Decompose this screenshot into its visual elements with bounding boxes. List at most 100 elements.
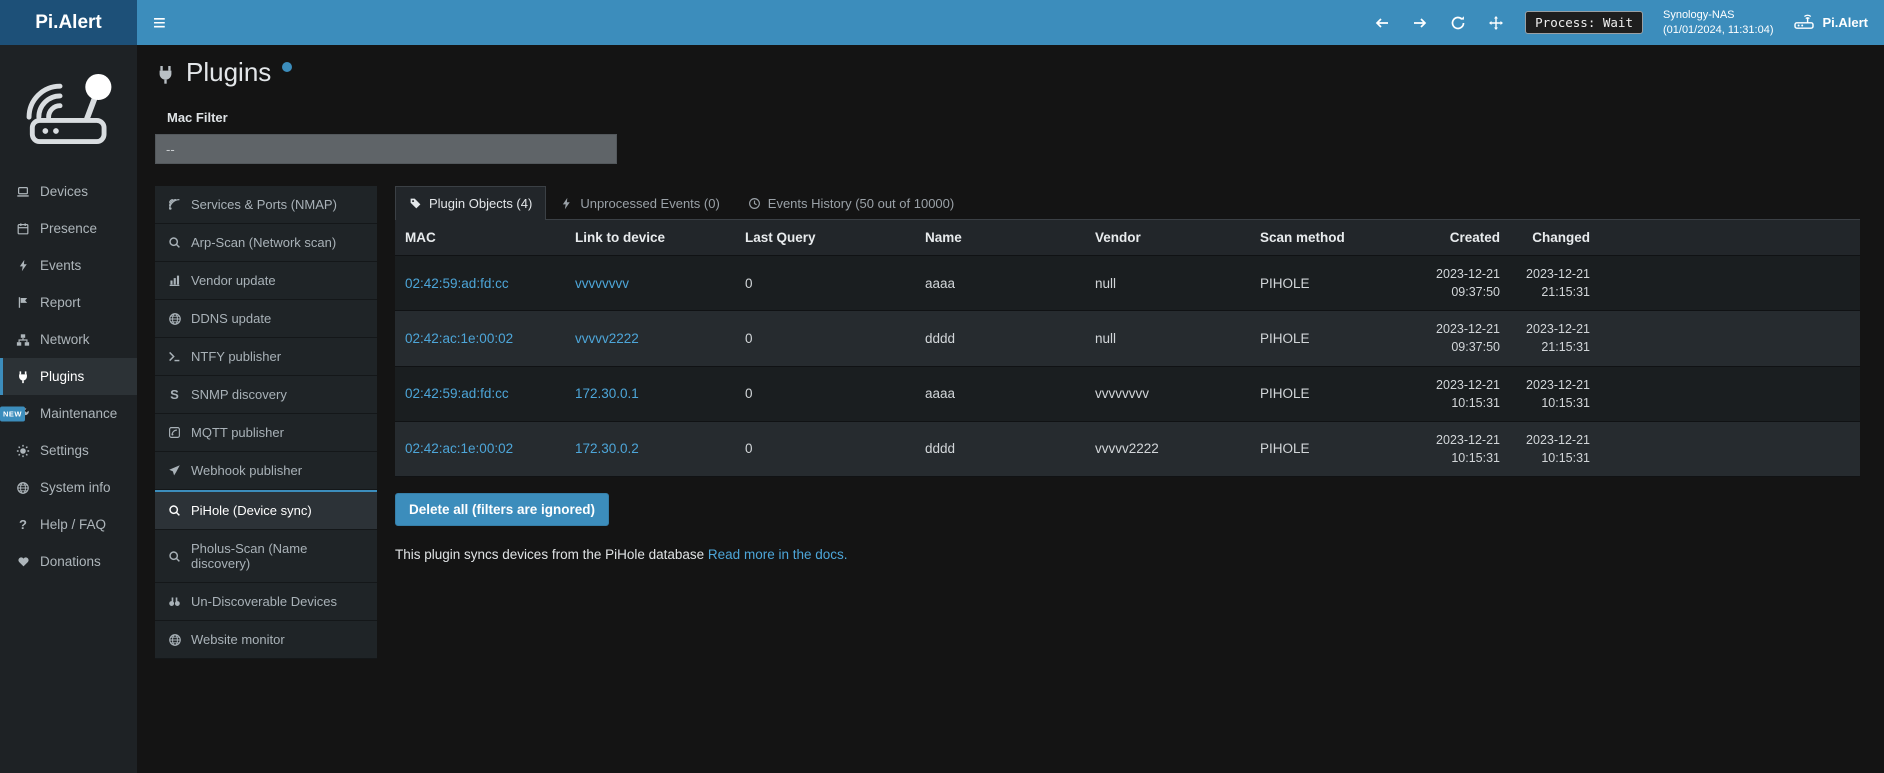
nav-forward-button[interactable] xyxy=(1411,14,1429,32)
table-header-row: MACLink to deviceLast QueryNameVendorSca… xyxy=(395,220,1860,256)
plugin-nav-item-label: Services & Ports (NMAP) xyxy=(191,197,337,212)
sidebar-toggle-button[interactable]: ≡ xyxy=(137,0,182,45)
plugin-nav-item-vendor-update[interactable]: Vendor update xyxy=(155,262,377,300)
device-link[interactable]: 172.30.0.2 xyxy=(575,441,639,456)
cell-mac: 02:42:ac:1e:00:02 xyxy=(395,311,565,366)
mac-filter-block: Mac Filter xyxy=(137,90,1884,164)
navbar: ≡ Process: Wait Synology-NAS (01/ xyxy=(137,0,1884,45)
column-header-filler xyxy=(1600,220,1860,256)
mac-link[interactable]: 02:42:ac:1e:00:02 xyxy=(405,331,513,346)
sidebar-item-donations[interactable]: Donations xyxy=(0,543,137,580)
tags-icon xyxy=(409,197,422,210)
tab-label: Plugin Objects (4) xyxy=(429,196,532,211)
device-link[interactable]: 172.30.0.1 xyxy=(575,386,639,401)
column-header-vendor: Vendor xyxy=(1085,220,1250,256)
plugin-nav-item-pholus-scan-name-discovery[interactable]: Pholus-Scan (Name discovery) xyxy=(155,530,377,583)
sidebar-item-label: Report xyxy=(40,295,81,310)
mac-link[interactable]: 02:42:59:ad:fd:cc xyxy=(405,386,509,401)
plugin-nav-item-services-ports-nmap[interactable]: Services & Ports (NMAP) xyxy=(155,186,377,224)
plugin-nav-item-website-monitor[interactable]: Website monitor xyxy=(155,621,377,659)
tab-label: Events History (50 out of 10000) xyxy=(768,196,954,211)
sidebar-item-events[interactable]: Events xyxy=(0,247,137,284)
cell-name: dddd xyxy=(915,421,1085,476)
plugin-nav-item-arp-scan-network-scan[interactable]: Arp-Scan (Network scan) xyxy=(155,224,377,262)
tab-events-history-50-out-of-10000[interactable]: Events History (50 out of 10000) xyxy=(734,186,968,220)
gear-icon xyxy=(15,444,31,458)
app-info[interactable]: Pi.Alert xyxy=(1793,12,1868,33)
cell-vendor: null xyxy=(1085,256,1250,311)
search-icon xyxy=(167,236,182,249)
paper-plane-icon xyxy=(167,464,182,477)
mac-filter-input[interactable] xyxy=(155,134,617,164)
sidebar-item-label: Settings xyxy=(40,443,89,458)
column-header-scan-method: Scan method xyxy=(1250,220,1415,256)
device-link[interactable]: vvvvv2222 xyxy=(575,331,639,346)
move-icon xyxy=(1488,15,1504,31)
plugin-nav-item-label: MQTT publisher xyxy=(191,425,284,440)
flag-icon xyxy=(15,296,31,309)
plugin-nav-item-ntfy-publisher[interactable]: NTFY publisher xyxy=(155,338,377,376)
content-row: Services & Ports (NMAP) Arp-Scan (Network… xyxy=(137,164,1884,659)
plugin-nav-item-label: SNMP discovery xyxy=(191,387,287,402)
sidebar-item-maintenance[interactable]: NEWMaintenance xyxy=(0,395,137,432)
globe-icon xyxy=(15,481,31,495)
host-info: Synology-NAS (01/01/2024, 11:31:04) xyxy=(1663,8,1774,38)
sidebar-item-label: Maintenance xyxy=(40,406,117,421)
cell-name: aaaa xyxy=(915,366,1085,421)
sidebar-item-label: System info xyxy=(40,480,111,495)
cell-filler xyxy=(1600,311,1860,366)
column-header-created: Created xyxy=(1415,220,1510,256)
plugin-nav-item-pihole-device-sync[interactable]: PiHole (Device sync) xyxy=(155,490,377,530)
nav-back-button[interactable] xyxy=(1373,14,1391,32)
tab-unprocessed-events-0[interactable]: Unprocessed Events (0) xyxy=(546,186,733,220)
binoculars-icon xyxy=(167,595,182,608)
question-icon: ? xyxy=(15,517,31,532)
sidebar-item-system-info[interactable]: System info xyxy=(0,469,137,506)
docs-link[interactable]: Read more in the docs. xyxy=(708,547,848,562)
cell-filler xyxy=(1600,421,1860,476)
calendar-icon xyxy=(15,222,31,236)
plugin-nav-item-label: Vendor update xyxy=(191,273,276,288)
cell-name: dddd xyxy=(915,311,1085,366)
plugin-nav-item-webhook-publisher[interactable]: Webhook publisher xyxy=(155,452,377,490)
column-header-mac: MAC xyxy=(395,220,565,256)
cell-changed: 2023-12-2121:15:31 xyxy=(1510,256,1600,311)
sidebar-item-settings[interactable]: Settings xyxy=(0,432,137,469)
bolt-icon xyxy=(560,197,573,210)
plugin-nav-item-ddns-update[interactable]: DDNS update xyxy=(155,300,377,338)
sidebar-item-plugins[interactable]: Plugins xyxy=(0,358,137,395)
sidebar-item-network[interactable]: Network xyxy=(0,321,137,358)
cell-mac: 02:42:59:ad:fd:cc xyxy=(395,256,565,311)
sidebar-item-label: Events xyxy=(40,258,81,273)
plugin-nav-item-snmp-discovery[interactable]: SSNMP discovery xyxy=(155,376,377,414)
sidebar-item-report[interactable]: Report xyxy=(0,284,137,321)
plugin-nav-item-un-discoverable-devices[interactable]: Un-Discoverable Devices xyxy=(155,583,377,621)
terminal-icon xyxy=(167,350,182,363)
move-button[interactable] xyxy=(1487,14,1505,32)
tab-plugin-objects-4[interactable]: Plugin Objects (4) xyxy=(395,186,546,220)
globe-icon xyxy=(167,312,182,326)
table-head: MACLink to deviceLast QueryNameVendorSca… xyxy=(395,220,1860,256)
info-badge[interactable] xyxy=(282,62,292,72)
sidebar-item-help-faq[interactable]: ?Help / FAQ xyxy=(0,506,137,543)
cell-link-to-device: 172.30.0.2 xyxy=(565,421,735,476)
sidebar-item-presence[interactable]: Presence xyxy=(0,210,137,247)
mac-link[interactable]: 02:42:59:ad:fd:cc xyxy=(405,276,509,291)
refresh-button[interactable] xyxy=(1449,14,1467,32)
sidebar-item-devices[interactable]: Devices xyxy=(0,173,137,210)
cell-created: 2023-12-2109:37:50 xyxy=(1415,256,1510,311)
delete-all-button[interactable]: Delete all (filters are ignored) xyxy=(395,493,609,526)
device-link[interactable]: vvvvvvvv xyxy=(575,276,629,291)
plugin-nav-item-mqtt-publisher[interactable]: MQTT publisher xyxy=(155,414,377,452)
cell-mac: 02:42:ac:1e:00:02 xyxy=(395,421,565,476)
cell-vendor: vvvvvvvv xyxy=(1085,366,1250,421)
host-time: (01/01/2024, 11:31:04) xyxy=(1663,23,1774,38)
cell-filler xyxy=(1600,366,1860,421)
search-icon xyxy=(167,550,182,563)
brand-logo[interactable]: Pi.Alert xyxy=(0,0,137,45)
sidebar-item-label: Donations xyxy=(40,554,101,569)
plugin-nav-item-label: NTFY publisher xyxy=(191,349,281,364)
cell-link-to-device: 172.30.0.1 xyxy=(565,366,735,421)
mac-link[interactable]: 02:42:ac:1e:00:02 xyxy=(405,441,513,456)
plugin-nav-item-label: Un-Discoverable Devices xyxy=(191,594,337,609)
